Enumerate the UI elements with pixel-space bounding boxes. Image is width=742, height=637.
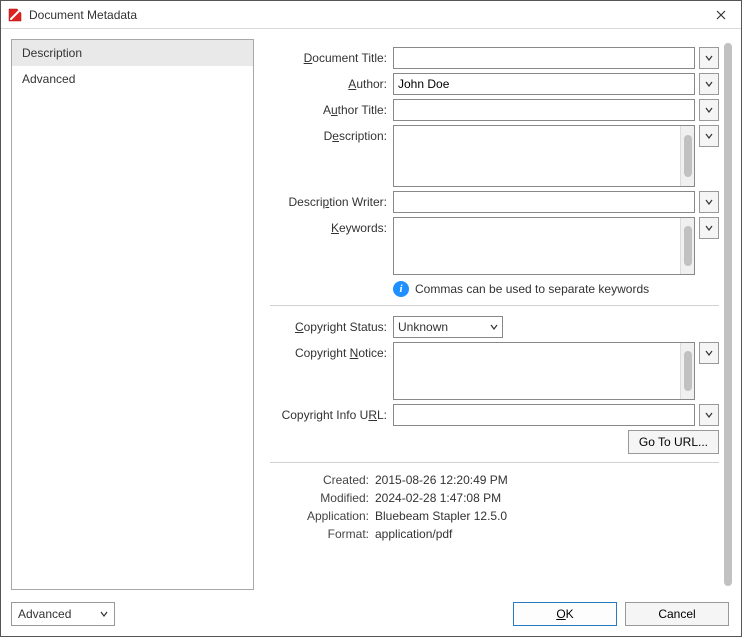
content-row: Description Advanced Document Title: <box>11 39 737 590</box>
chevron-down-icon <box>490 323 498 331</box>
titlebar: Document Metadata <box>1 1 741 29</box>
value-modified: 2024-02-28 1:47:08 PM <box>375 491 719 505</box>
label-copyright-status: Copyright Status: <box>270 316 393 334</box>
document-metadata-window: Document Metadata Description Advanced D… <box>0 0 742 637</box>
copyright-notice-textarea-wrap <box>393 342 695 400</box>
copyright-url-input[interactable] <box>393 404 695 426</box>
row-author-title: Author Title: <box>270 99 719 121</box>
sidebar-item-description[interactable]: Description <box>12 40 253 66</box>
advanced-footer-label: Advanced <box>18 607 71 621</box>
keywords-scrollbar[interactable] <box>680 218 694 274</box>
label-format: Format: <box>270 527 375 541</box>
label-application: Application: <box>270 509 375 523</box>
chevron-down-icon <box>705 54 713 62</box>
label-copyright-notice: Copyright Notice: <box>270 342 393 360</box>
sidebar-item-label: Advanced <box>22 72 75 86</box>
label-keywords: Keywords: <box>270 217 393 235</box>
meta-application: Application: Bluebeam Stapler 12.5.0 <box>270 509 719 523</box>
chevron-down-icon <box>100 610 108 618</box>
label-modified: Modified: <box>270 491 375 505</box>
main-column: Document Title: Author: <box>264 39 737 590</box>
panel-scrollbar[interactable] <box>719 39 737 590</box>
window-title: Document Metadata <box>29 8 705 22</box>
row-keywords: Keywords: <box>270 217 719 275</box>
section-divider-1 <box>270 305 719 306</box>
value-created: 2015-08-26 12:20:49 PM <box>375 473 719 487</box>
chevron-down-icon <box>705 349 713 357</box>
row-document-title: Document Title: <box>270 47 719 69</box>
chevron-down-icon <box>705 198 713 206</box>
row-copyright-status: Copyright Status: Unknown <box>270 316 719 338</box>
description-panel: Document Title: Author: <box>264 39 719 581</box>
info-icon: i <box>393 281 409 297</box>
sidebar-item-label: Description <box>22 46 82 60</box>
row-copyright-url: Copyright Info URL: <box>270 404 719 426</box>
description-dropdown[interactable] <box>699 125 719 147</box>
keywords-textarea-wrap <box>393 217 695 275</box>
close-icon <box>716 10 726 20</box>
sidebar-item-advanced[interactable]: Advanced <box>12 66 253 92</box>
chevron-down-icon <box>705 411 713 419</box>
keywords-hint: Commas can be used to separate keywords <box>415 282 649 296</box>
goto-url-button[interactable]: Go To URL... <box>628 430 719 454</box>
keywords-textarea[interactable] <box>394 218 680 274</box>
row-description-writer: Description Writer: <box>270 191 719 213</box>
value-application: Bluebeam Stapler 12.5.0 <box>375 509 719 523</box>
label-author-title: Author Title: <box>270 99 393 117</box>
body-area: Description Advanced Document Title: <box>1 29 741 636</box>
copyright-status-value: Unknown <box>398 320 448 334</box>
copyright-notice-dropdown[interactable] <box>699 342 719 364</box>
value-format: application/pdf <box>375 527 719 541</box>
sidebar-nav: Description Advanced <box>11 39 254 590</box>
row-author: Author: <box>270 73 719 95</box>
author-title-dropdown[interactable] <box>699 99 719 121</box>
label-description-writer: Description Writer: <box>270 191 393 209</box>
keywords-hint-row: i Commas can be used to separate keyword… <box>393 281 719 297</box>
chevron-down-icon <box>705 106 713 114</box>
copyright-url-dropdown[interactable] <box>699 404 719 426</box>
description-textarea[interactable] <box>394 126 680 186</box>
chevron-down-icon <box>705 224 713 232</box>
app-icon <box>7 7 23 23</box>
section-divider-2 <box>270 462 719 463</box>
copyright-notice-scrollbar[interactable] <box>680 343 694 399</box>
cancel-button[interactable]: Cancel <box>625 602 729 626</box>
label-author: Author: <box>270 73 393 91</box>
scroll-thumb[interactable] <box>724 43 732 586</box>
description-writer-input[interactable] <box>393 191 695 213</box>
label-document-title: Document Title: <box>270 47 393 65</box>
row-copyright-notice: Copyright Notice: <box>270 342 719 400</box>
description-textarea-wrap <box>393 125 695 187</box>
chevron-down-icon <box>705 80 713 88</box>
copyright-status-select[interactable]: Unknown <box>393 316 503 338</box>
document-title-dropdown[interactable] <box>699 47 719 69</box>
description-writer-dropdown[interactable] <box>699 191 719 213</box>
meta-modified: Modified: 2024-02-28 1:47:08 PM <box>270 491 719 505</box>
keywords-dropdown[interactable] <box>699 217 719 239</box>
copyright-notice-textarea[interactable] <box>394 343 680 399</box>
description-scrollbar[interactable] <box>680 126 694 186</box>
goto-url-row: Go To URL... <box>270 430 719 454</box>
author-title-input[interactable] <box>393 99 695 121</box>
dialog-footer: Advanced OK Cancel <box>11 598 737 626</box>
ok-button[interactable]: OK <box>513 602 617 626</box>
close-button[interactable] <box>705 3 737 27</box>
author-dropdown[interactable] <box>699 73 719 95</box>
author-input[interactable] <box>393 73 695 95</box>
document-title-input[interactable] <box>393 47 695 69</box>
meta-format: Format: application/pdf <box>270 527 719 541</box>
meta-created: Created: 2015-08-26 12:20:49 PM <box>270 473 719 487</box>
chevron-down-icon <box>705 132 713 140</box>
advanced-footer-select[interactable]: Advanced <box>11 602 115 626</box>
label-copyright-url: Copyright Info URL: <box>270 404 393 422</box>
label-created: Created: <box>270 473 375 487</box>
row-description: Description: <box>270 125 719 187</box>
label-description: Description: <box>270 125 393 143</box>
